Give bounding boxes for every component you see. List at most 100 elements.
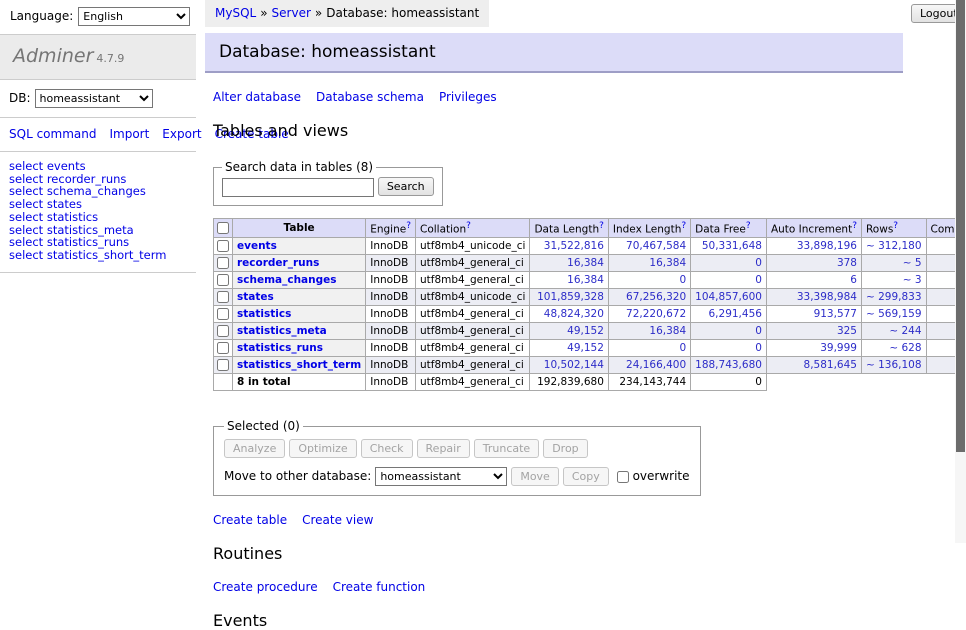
- action-link-database-schema[interactable]: Database schema: [316, 90, 424, 104]
- table-name-link-schema-changes[interactable]: schema_changes: [237, 274, 337, 286]
- cell-rows: ~ 244: [861, 323, 926, 340]
- table-name-link-statistics-meta[interactable]: statistics_meta: [237, 325, 327, 337]
- copy-button[interactable]: Copy: [563, 467, 609, 486]
- cell-engine: InnoDB: [366, 323, 416, 340]
- link-create-view[interactable]: Create view: [302, 513, 373, 527]
- create-links: Create table Create view: [213, 513, 905, 527]
- cell-engine: InnoDB: [366, 306, 416, 323]
- column-help-icon[interactable]: ?: [852, 221, 857, 231]
- cell-data-free: 0: [691, 323, 767, 340]
- db-select[interactable]: homeassistant: [35, 89, 153, 108]
- row-checkbox[interactable]: [217, 359, 229, 371]
- cell-data-length: 49,152: [530, 323, 608, 340]
- truncate-button[interactable]: Truncate: [474, 439, 539, 458]
- cell-index-length: 67,256,320: [608, 289, 690, 306]
- cell-auto-increment: 8,581,645: [766, 357, 861, 374]
- column-help-icon[interactable]: ?: [746, 221, 751, 231]
- row-checkbox[interactable]: [217, 325, 229, 337]
- cell-auto-increment: 378: [766, 255, 861, 272]
- cell-engine: InnoDB: [366, 272, 416, 289]
- sidebar-item-select-statistics-short-term[interactable]: select statistics_short_term: [9, 249, 196, 262]
- sidebar-item-select-states[interactable]: select states: [9, 198, 196, 211]
- language-select[interactable]: English: [78, 7, 190, 26]
- breadcrumb-server-link[interactable]: Server: [272, 6, 311, 20]
- optimize-button[interactable]: Optimize: [289, 439, 356, 458]
- analyze-button[interactable]: Analyze: [224, 439, 285, 458]
- action-link-alter-database[interactable]: Alter database: [213, 90, 301, 104]
- cell-data-free: 0: [691, 272, 767, 289]
- cell-data-length: 16,384: [530, 255, 608, 272]
- cell-engine: InnoDB: [366, 238, 416, 255]
- cell-data-length: 101,859,328: [530, 289, 608, 306]
- sidebar-item-select-events[interactable]: select events: [9, 160, 196, 173]
- total-cell-data-length: 192,839,680: [530, 374, 608, 391]
- sidebar-link-import[interactable]: Import: [109, 127, 149, 141]
- cell-index-length: 24,166,400: [608, 357, 690, 374]
- language-row: Language: English: [0, 0, 196, 35]
- search-input[interactable]: [222, 178, 374, 197]
- database-action-links: Alter database Database schema Privileges: [213, 90, 905, 104]
- page-title: Database: homeassistant: [205, 33, 903, 73]
- drop-button[interactable]: Drop: [543, 439, 587, 458]
- move-button[interactable]: Move: [511, 467, 559, 486]
- sidebar-link-sql-command[interactable]: SQL command: [9, 127, 96, 141]
- table-name-link-statistics-short-term[interactable]: statistics_short_term: [237, 359, 361, 371]
- cell-data-length: 31,522,816: [530, 238, 608, 255]
- action-link-privileges[interactable]: Privileges: [439, 90, 497, 104]
- move-database-select[interactable]: homeassistant: [375, 467, 507, 486]
- scrollbar-thumb[interactable]: [956, 0, 965, 452]
- cell-data-free: 6,291,456: [691, 306, 767, 323]
- repair-button[interactable]: Repair: [417, 439, 470, 458]
- column-help-icon[interactable]: ?: [406, 221, 411, 231]
- sidebar-item-select-statistics[interactable]: select statistics: [9, 211, 196, 224]
- sidebar-link-export[interactable]: Export: [162, 127, 201, 141]
- search-fieldset: Search data in tables (8) Search: [213, 160, 443, 206]
- row-checkbox[interactable]: [217, 240, 229, 252]
- column-help-icon[interactable]: ?: [681, 221, 686, 231]
- table-row: statistics_runsInnoDButf8mb4_general_ci4…: [214, 340, 966, 357]
- cell-rows: ~ 299,833: [861, 289, 926, 306]
- events-heading: Events: [213, 611, 905, 630]
- cell-index-length: 0: [608, 340, 690, 357]
- table-name-link-recorder-runs[interactable]: recorder_runs: [237, 257, 319, 269]
- app-name: Adminer: [13, 45, 93, 67]
- routines-links: Create procedure Create function: [213, 580, 905, 594]
- table-name-link-events[interactable]: events: [237, 240, 277, 252]
- select-all-checkbox[interactable]: [217, 222, 229, 234]
- row-checkbox[interactable]: [217, 274, 229, 286]
- column-help-icon[interactable]: ?: [466, 221, 471, 231]
- db-selector-row: DB:homeassistant: [0, 80, 196, 118]
- tables-table-body: eventsInnoDButf8mb4_unicode_ci31,522,816…: [214, 238, 966, 391]
- link-create-procedure[interactable]: Create procedure: [213, 580, 318, 594]
- column-help-icon[interactable]: ?: [599, 221, 604, 231]
- column-header-index-length: Index Length?: [608, 218, 690, 238]
- breadcrumb-current: Database: homeassistant: [326, 6, 479, 20]
- column-help-icon[interactable]: ?: [893, 221, 898, 231]
- language-label: Language:: [10, 9, 73, 23]
- table-name-link-statistics[interactable]: statistics: [237, 308, 291, 320]
- breadcrumb-bar: MySQL»Server»Database: homeassistant: [205, 0, 905, 27]
- cell-engine: InnoDB: [366, 255, 416, 272]
- link-create-function[interactable]: Create function: [333, 580, 426, 594]
- scrollbar[interactable]: [955, 0, 966, 543]
- cell-auto-increment: 325: [766, 323, 861, 340]
- overwrite-checkbox[interactable]: [617, 471, 629, 483]
- table-name-link-statistics-runs[interactable]: statistics_runs: [237, 342, 323, 354]
- row-checkbox[interactable]: [217, 291, 229, 303]
- cell-rows: ~ 5: [861, 255, 926, 272]
- row-checkbox[interactable]: [217, 257, 229, 269]
- row-checkbox[interactable]: [217, 308, 229, 320]
- table-name-link-states[interactable]: states: [237, 291, 274, 303]
- table-total-row: 8 in totalInnoDButf8mb4_general_ci192,83…: [214, 374, 966, 391]
- overwrite-option[interactable]: overwrite: [617, 469, 690, 483]
- app-version: 4.7.9: [96, 52, 124, 65]
- check-button[interactable]: Check: [361, 439, 413, 458]
- search-button[interactable]: Search: [378, 177, 434, 196]
- link-create-table[interactable]: Create table: [213, 513, 287, 527]
- row-checkbox[interactable]: [217, 342, 229, 354]
- column-header-data-free: Data Free?: [691, 218, 767, 238]
- overwrite-label: overwrite: [633, 469, 690, 483]
- cell-auto-increment: 33,398,984: [766, 289, 861, 306]
- cell-index-length: 0: [608, 272, 690, 289]
- breadcrumb-mysql-link[interactable]: MySQL: [215, 6, 256, 20]
